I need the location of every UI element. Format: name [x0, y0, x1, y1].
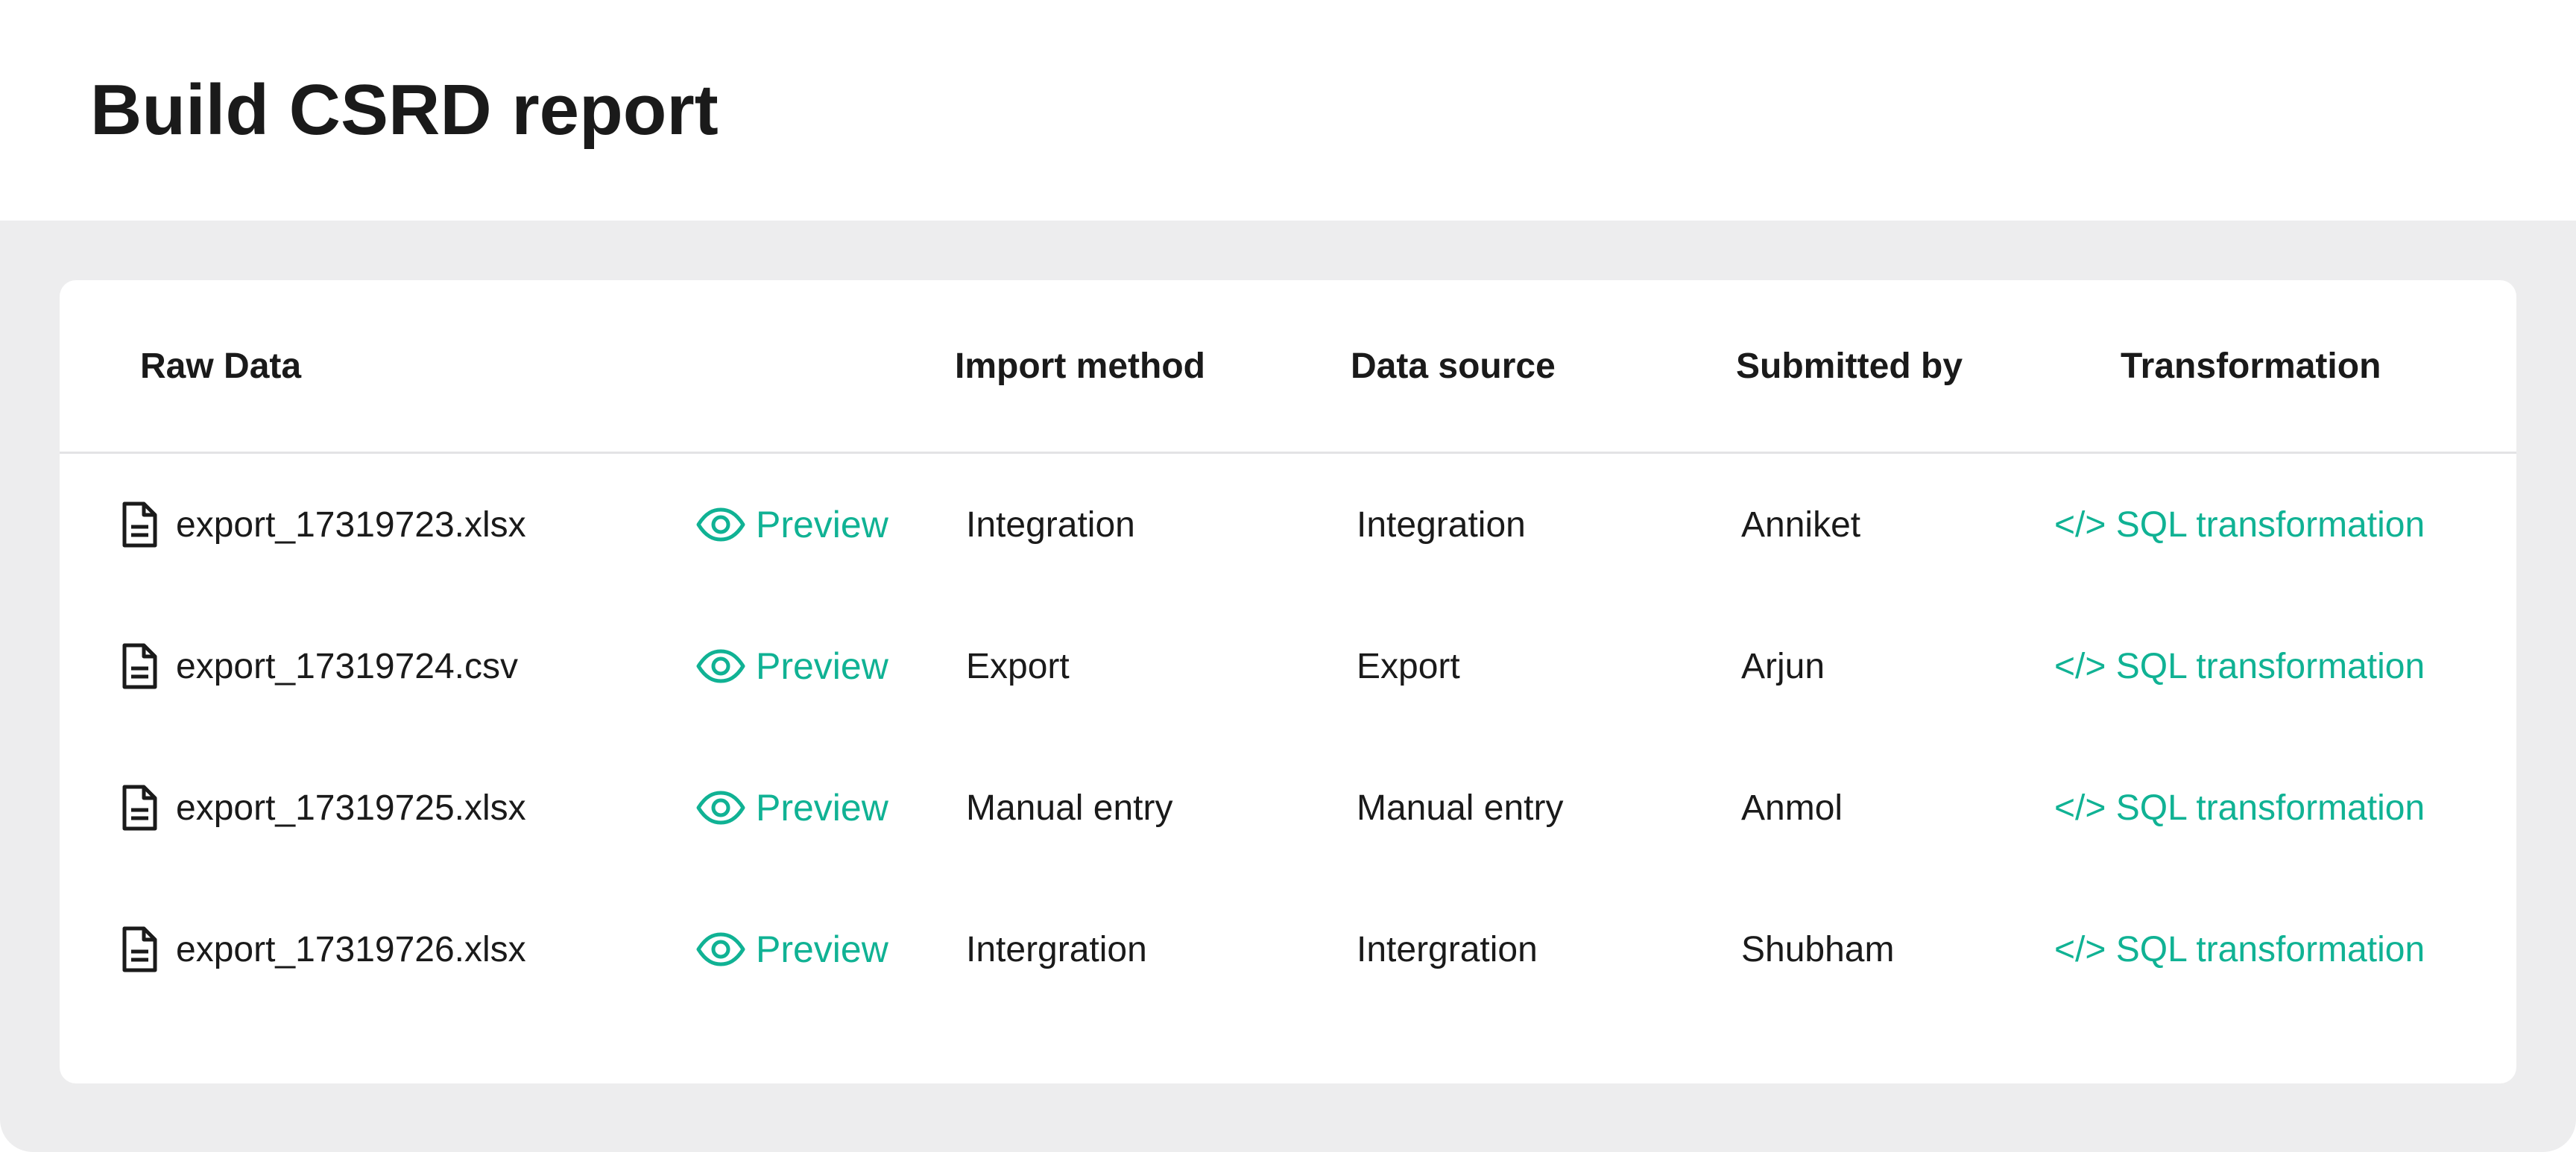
file-document-icon — [121, 501, 158, 548]
content-area: Raw Data Import method Data source Submi… — [0, 221, 2576, 1152]
eye-icon — [696, 507, 745, 542]
file-name[interactable]: export_17319726.xlsx — [176, 929, 526, 970]
sql-transformation-link[interactable]: </> SQL transformation — [2054, 454, 2425, 595]
import-method-cell: Manual entry — [966, 788, 1173, 828]
submitted-by-cell: Anmol — [1741, 788, 1843, 828]
file-name[interactable]: export_17319723.xlsx — [176, 504, 526, 545]
submitted-by-cell: Shubham — [1741, 929, 1895, 969]
import-method-cell: Export — [966, 646, 1070, 686]
file-name[interactable]: export_17319724.csv — [176, 646, 518, 687]
file-cell[interactable]: export_17319724.csv — [121, 595, 518, 737]
table-row: export_17319726.xlsx Preview Intergratio… — [60, 879, 2516, 1020]
file-cell[interactable]: export_17319725.xlsx — [121, 737, 526, 879]
eye-icon — [696, 649, 745, 683]
eye-icon — [696, 791, 745, 825]
preview-label[interactable]: Preview — [756, 645, 888, 688]
submitted-by-cell: Anniket — [1741, 504, 1861, 545]
import-method-cell: Integration — [966, 504, 1135, 545]
column-header-import-method: Import method — [955, 346, 1205, 386]
column-header-submitted-by: Submitted by — [1736, 346, 1963, 386]
column-header-data-source: Data source — [1351, 346, 1556, 386]
table-row: export_17319723.xlsx Preview Integration… — [60, 454, 2516, 595]
preview-link[interactable]: Preview — [696, 595, 888, 737]
table-header: Raw Data Import method Data source Submi… — [60, 280, 2516, 454]
data-source-cell: Manual entry — [1357, 788, 1564, 828]
submitted-by-cell: Arjun — [1741, 646, 1825, 686]
page-header: Build CSRD report — [0, 0, 2576, 221]
preview-label[interactable]: Preview — [756, 786, 888, 829]
table-row: export_17319725.xlsx Preview Manual entr… — [60, 737, 2516, 879]
preview-label[interactable]: Preview — [756, 503, 888, 546]
page: Build CSRD report Raw Data Import method… — [0, 0, 2576, 1152]
column-header-transformation: Transformation — [2121, 346, 2381, 386]
data-source-cell: Intergration — [1357, 929, 1538, 969]
file-cell[interactable]: export_17319723.xlsx — [121, 454, 526, 595]
import-method-cell: Intergration — [966, 929, 1147, 969]
preview-label[interactable]: Preview — [756, 928, 888, 971]
column-header-raw-data: Raw Data — [140, 346, 302, 386]
file-name[interactable]: export_17319725.xlsx — [176, 788, 526, 829]
file-document-icon — [121, 643, 158, 689]
sql-transformation-link[interactable]: </> SQL transformation — [2054, 879, 2425, 1020]
preview-link[interactable]: Preview — [696, 454, 888, 595]
sql-transformation-link[interactable]: </> SQL transformation — [2054, 595, 2425, 737]
page-title: Build CSRD report — [90, 70, 719, 150]
raw-data-table-card: Raw Data Import method Data source Submi… — [60, 280, 2516, 1083]
table-row: export_17319724.csv Preview Export Expor… — [60, 595, 2516, 737]
preview-link[interactable]: Preview — [696, 737, 888, 879]
file-document-icon — [121, 926, 158, 972]
eye-icon — [696, 932, 745, 966]
file-cell[interactable]: export_17319726.xlsx — [121, 879, 526, 1020]
sql-transformation-link[interactable]: </> SQL transformation — [2054, 737, 2425, 879]
data-source-cell: Export — [1357, 646, 1460, 686]
data-source-cell: Integration — [1357, 504, 1526, 545]
preview-link[interactable]: Preview — [696, 879, 888, 1020]
file-document-icon — [121, 785, 158, 831]
